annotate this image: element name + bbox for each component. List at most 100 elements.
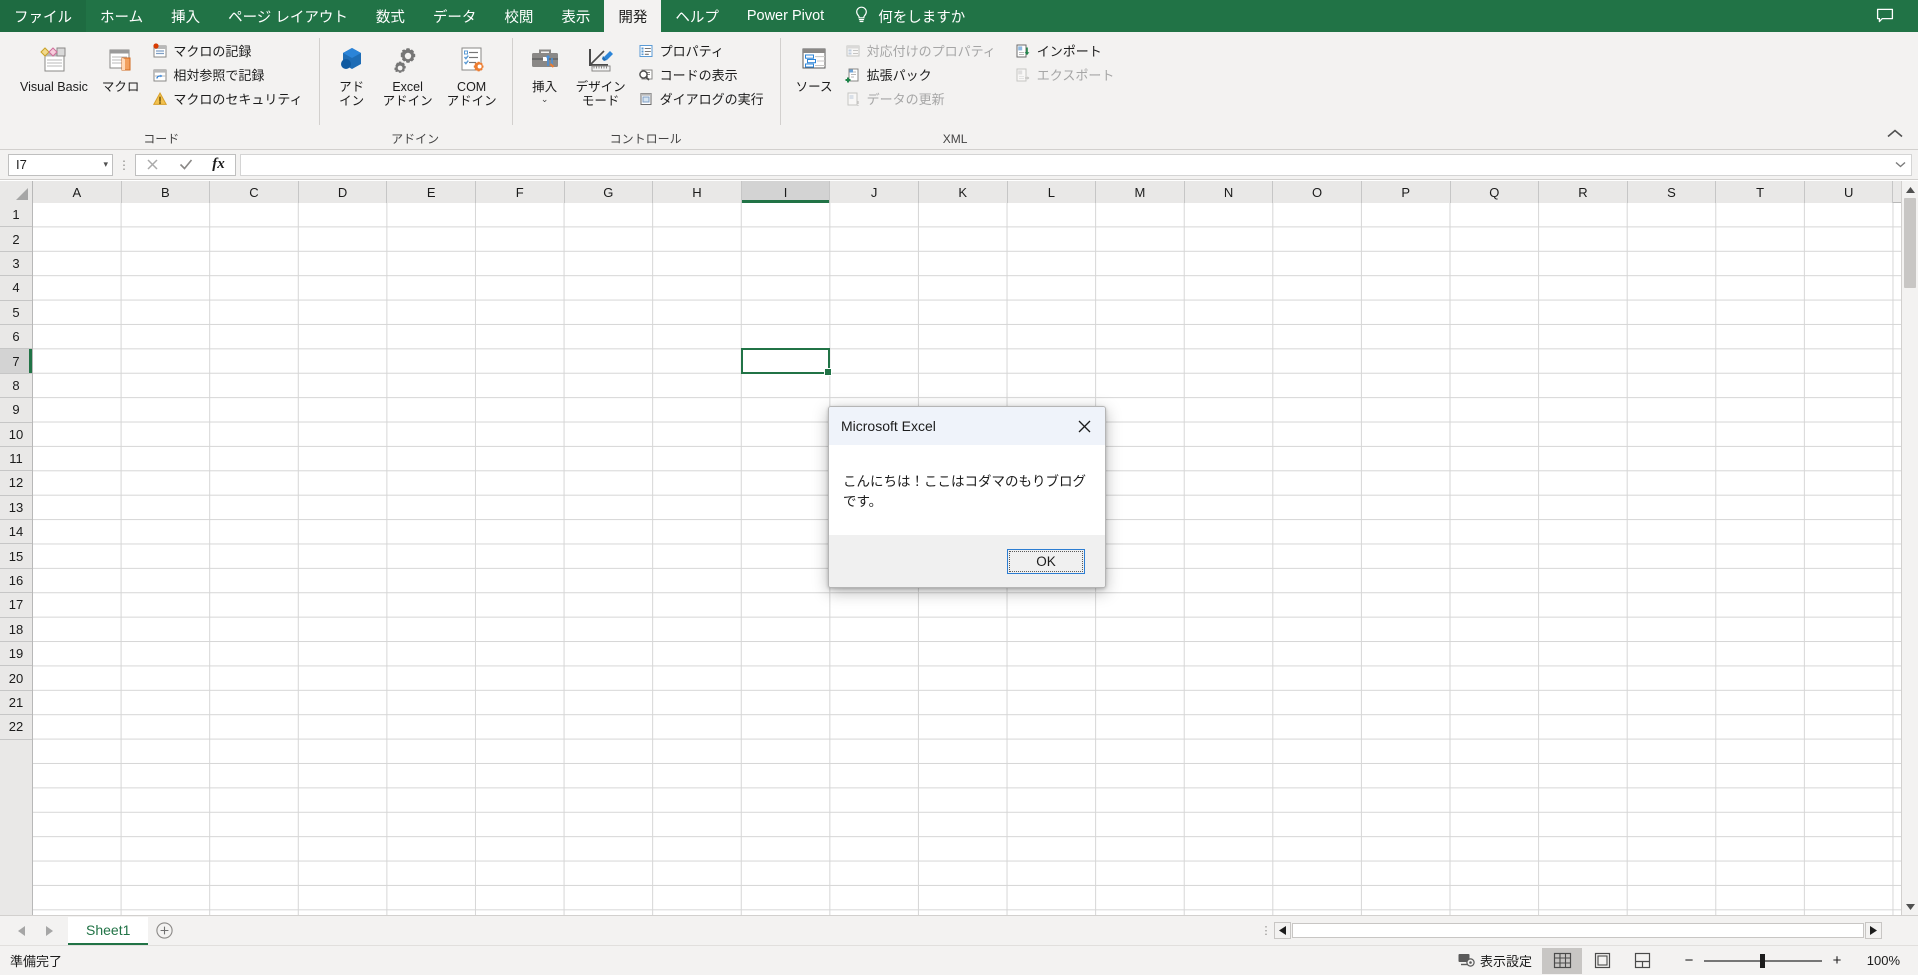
chevron-down-icon[interactable]: ▾ — [103, 159, 108, 170]
view-code-button[interactable]: コードの表示 — [634, 63, 771, 86]
page-layout-view-button[interactable] — [1582, 948, 1622, 974]
vertical-scroll-thumb[interactable] — [1904, 198, 1916, 288]
column-header-Q[interactable]: Q — [1450, 181, 1540, 203]
column-header-G[interactable]: G — [564, 181, 654, 203]
row-header-2[interactable]: 2 — [0, 227, 32, 252]
fx-icon[interactable]: fx — [202, 155, 235, 175]
column-header-F[interactable]: F — [475, 181, 565, 203]
column-header-T[interactable]: T — [1716, 181, 1805, 203]
column-header-O[interactable]: O — [1273, 181, 1362, 203]
column-header-I[interactable]: I — [741, 181, 831, 203]
next-sheet-button[interactable] — [36, 919, 62, 943]
column-header-B[interactable]: B — [121, 181, 211, 203]
row-header-22[interactable]: 22 — [0, 715, 32, 740]
tab-developer[interactable]: 開発 — [604, 0, 662, 32]
dialog-close-button[interactable] — [1063, 407, 1105, 445]
scroll-right-button[interactable] — [1865, 922, 1882, 939]
display-settings-button[interactable]: 表示設定 — [1448, 948, 1542, 974]
column-header-U[interactable]: U — [1804, 181, 1894, 203]
design-mode-button[interactable]: デザイン モード — [570, 38, 632, 111]
formula-input[interactable] — [240, 153, 1890, 176]
row-header-10[interactable]: 10 — [0, 422, 32, 447]
insert-control-button[interactable]: 挿入 ⌄ — [522, 38, 568, 106]
row-header-4[interactable]: 4 — [0, 276, 32, 301]
tab-review[interactable]: 校閲 — [490, 0, 547, 32]
zoom-out-button[interactable]: − — [1678, 948, 1700, 974]
record-macro-button[interactable]: マクロの記録 — [147, 39, 309, 62]
zoom-in-button[interactable]: + — [1826, 948, 1848, 974]
row-header-3[interactable]: 3 — [0, 251, 32, 277]
comment-icon[interactable] — [1868, 2, 1902, 30]
tab-formulas[interactable]: 数式 — [362, 0, 419, 32]
tab-page-layout[interactable]: ページ レイアウト — [214, 0, 362, 32]
formula-bar-resize-handle[interactable]: ⋮ — [113, 154, 135, 176]
column-header-K[interactable]: K — [918, 181, 1008, 203]
excel-addins-button[interactable]: Excel アドイン — [377, 38, 439, 111]
zoom-slider[interactable] — [1700, 948, 1826, 974]
column-header-H[interactable]: H — [653, 181, 742, 203]
horizontal-scrollbar[interactable] — [1274, 922, 1882, 939]
expand-formula-bar-button[interactable] — [1890, 153, 1912, 176]
page-break-view-button[interactable] — [1622, 948, 1662, 974]
zoom-slider-handle[interactable] — [1760, 953, 1765, 968]
collapse-ribbon-button[interactable] — [1882, 123, 1908, 143]
scroll-down-button[interactable] — [1902, 898, 1918, 915]
cancel-x-icon[interactable] — [136, 155, 169, 175]
row-header-13[interactable]: 13 — [0, 495, 32, 521]
tab-power-pivot[interactable]: Power Pivot — [733, 0, 838, 32]
column-header-S[interactable]: S — [1627, 181, 1717, 203]
xml-source-button[interactable]: ソース — [790, 38, 839, 97]
column-header-J[interactable]: J — [830, 181, 919, 203]
tab-home[interactable]: ホーム — [86, 0, 157, 32]
column-header-D[interactable]: D — [298, 181, 388, 203]
row-header-11[interactable]: 11 — [0, 446, 32, 472]
row-header-15[interactable]: 15 — [0, 544, 32, 569]
tab-view[interactable]: 表示 — [547, 0, 604, 32]
row-header-14[interactable]: 14 — [0, 520, 32, 545]
row-header-12[interactable]: 12 — [0, 471, 32, 496]
row-header-5[interactable]: 5 — [0, 300, 32, 325]
use-relative-references-button[interactable]: 相対参照で記録 — [147, 63, 309, 86]
row-header-7[interactable]: 7 — [0, 349, 32, 374]
com-addins-button[interactable]: COM アドイン — [441, 38, 503, 111]
add-sheet-button[interactable] — [148, 916, 180, 945]
zoom-level-label[interactable]: 100% — [1848, 953, 1904, 968]
row-header-18[interactable]: 18 — [0, 617, 32, 643]
properties-button[interactable]: プロパティ — [634, 39, 771, 62]
column-header-P[interactable]: P — [1361, 181, 1451, 203]
normal-view-button[interactable] — [1542, 947, 1582, 974]
row-header-19[interactable]: 19 — [0, 642, 32, 667]
dialog-ok-button[interactable]: OK — [1007, 548, 1085, 574]
addins-button[interactable]: アド イン — [329, 38, 375, 111]
row-header-9[interactable]: 9 — [0, 398, 32, 423]
row-header-21[interactable]: 21 — [0, 690, 32, 716]
column-header-E[interactable]: E — [387, 181, 476, 203]
row-header-6[interactable]: 6 — [0, 324, 32, 350]
tab-insert[interactable]: 挿入 — [157, 0, 214, 32]
tab-help[interactable]: ヘルプ — [661, 0, 733, 32]
row-header-16[interactable]: 16 — [0, 568, 32, 594]
column-header-M[interactable]: M — [1096, 181, 1185, 203]
visual-basic-button[interactable]: Visual Basic — [14, 38, 94, 97]
tell-me-box[interactable]: 何をしますか — [838, 0, 979, 32]
tab-file[interactable]: ファイル — [0, 0, 86, 32]
row-header-1[interactable]: 1 — [0, 203, 32, 228]
macros-button[interactable]: マクロ — [96, 38, 146, 97]
column-header-A[interactable]: A — [33, 181, 122, 203]
column-header-C[interactable]: C — [210, 181, 299, 203]
row-header-20[interactable]: 20 — [0, 666, 32, 691]
scroll-up-button[interactable] — [1902, 181, 1918, 198]
vertical-scroll-track[interactable] — [1902, 288, 1918, 898]
select-all-corner[interactable] — [0, 181, 33, 203]
expansion-pack-button[interactable]: 拡張パック — [841, 63, 1003, 86]
horizontal-scroll-thumb[interactable] — [1292, 923, 1864, 938]
tab-data[interactable]: データ — [419, 0, 491, 32]
previous-sheet-button[interactable] — [8, 919, 34, 943]
import-button[interactable]: インポート — [1011, 39, 1122, 62]
vertical-scrollbar[interactable] — [1901, 181, 1918, 915]
row-header-17[interactable]: 17 — [0, 593, 32, 618]
column-header-R[interactable]: R — [1539, 181, 1628, 203]
enter-check-icon[interactable] — [169, 155, 202, 175]
macro-security-button[interactable]: マクロのセキュリティ — [147, 87, 309, 110]
scroll-left-button[interactable] — [1274, 922, 1291, 939]
